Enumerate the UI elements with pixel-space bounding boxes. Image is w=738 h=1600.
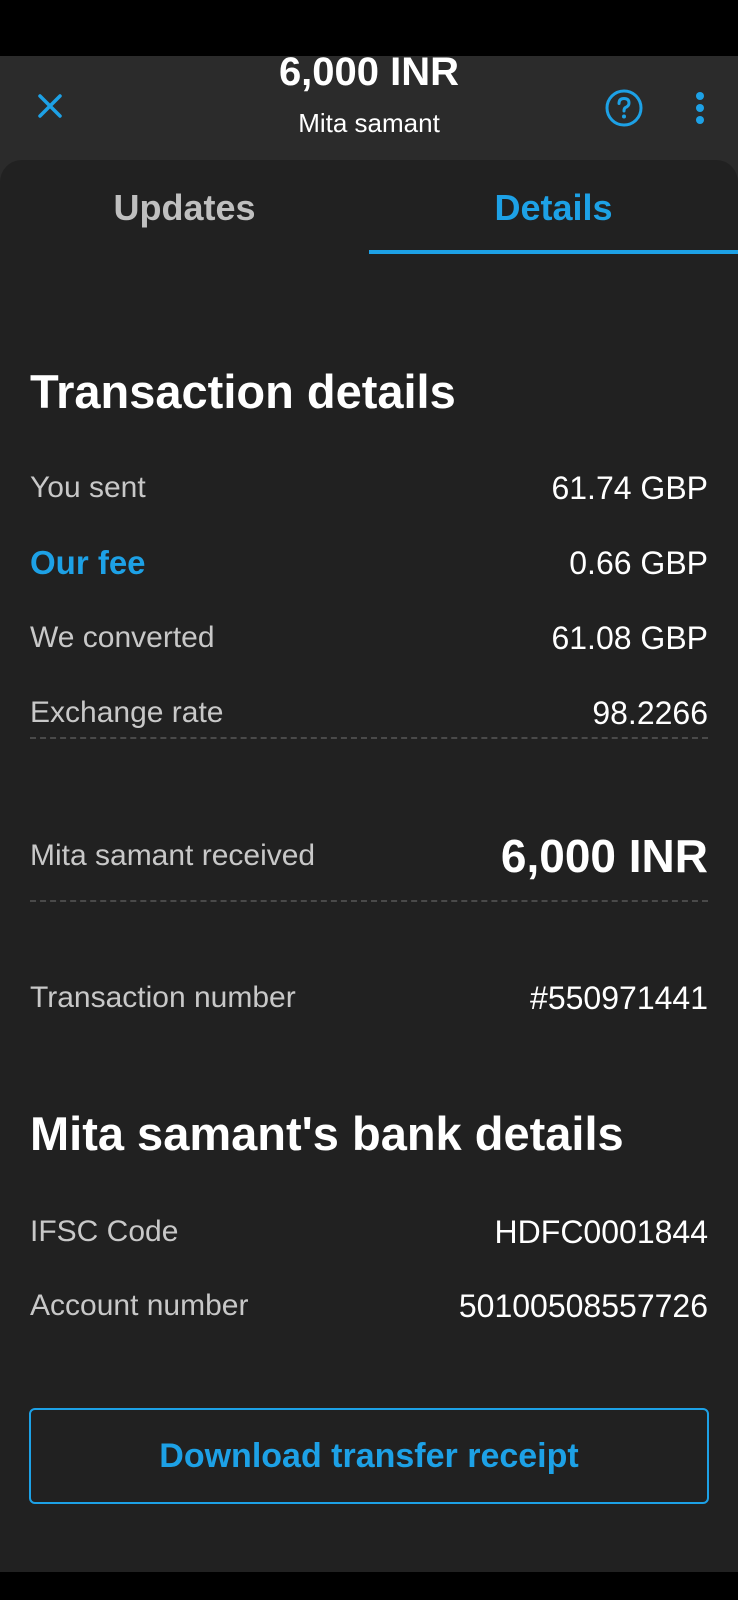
received-value: 6,000 INR bbox=[500, 830, 708, 882]
row-transaction-number: Transaction number #550971441 bbox=[30, 976, 708, 1020]
our-fee-value: 0.66 GBP bbox=[569, 544, 708, 581]
screen: 6,000 INR Mita samant Updates Details Tr… bbox=[0, 0, 738, 1600]
row-ifsc: IFSC Code HDFC0001844 bbox=[30, 1210, 708, 1254]
tab-updates[interactable]: Updates bbox=[0, 160, 369, 256]
tab-bar: Updates Details bbox=[0, 160, 738, 256]
ifsc-value: HDFC0001844 bbox=[494, 1213, 708, 1250]
app-container: 6,000 INR Mita samant Updates Details Tr… bbox=[0, 50, 738, 1572]
tab-details[interactable]: Details bbox=[369, 160, 738, 256]
we-converted-value: 61.08 GBP bbox=[551, 619, 708, 656]
help-circle-icon bbox=[605, 89, 643, 127]
account-number-label: Account number bbox=[30, 1289, 249, 1322]
received-label: Mita samant received bbox=[30, 839, 316, 872]
more-options-button[interactable] bbox=[676, 84, 724, 132]
divider-bottom bbox=[30, 900, 708, 902]
transaction-details-title: Transaction details bbox=[30, 365, 456, 418]
exchange-rate-label: Exchange rate bbox=[30, 696, 224, 729]
account-number-value: 50100508557726 bbox=[458, 1287, 708, 1324]
row-our-fee: Our fee 0.66 GBP bbox=[30, 541, 708, 585]
you-sent-value: 61.74 GBP bbox=[551, 469, 708, 506]
row-we-converted: We converted 61.08 GBP bbox=[30, 616, 708, 660]
active-tab-indicator bbox=[369, 250, 738, 254]
row-received: Mita samant received 6,000 INR bbox=[30, 826, 708, 886]
details-panel: Updates Details Transaction details You … bbox=[0, 160, 738, 1572]
help-button[interactable] bbox=[600, 84, 648, 132]
you-sent-label: You sent bbox=[30, 471, 146, 504]
we-converted-label: We converted bbox=[30, 621, 215, 654]
our-fee-link[interactable]: Our fee bbox=[30, 544, 146, 582]
header: 6,000 INR Mita samant bbox=[0, 50, 738, 160]
download-receipt-button[interactable]: Download transfer receipt bbox=[29, 1408, 709, 1504]
ifsc-label: IFSC Code bbox=[30, 1215, 179, 1248]
row-you-sent: You sent 61.74 GBP bbox=[30, 466, 708, 510]
transaction-number-value: #550971441 bbox=[530, 979, 708, 1016]
divider-top bbox=[30, 737, 708, 739]
more-vertical-icon bbox=[696, 92, 704, 124]
transaction-number-label: Transaction number bbox=[30, 981, 296, 1014]
row-account-number: Account number 50100508557726 bbox=[30, 1284, 708, 1328]
row-exchange-rate: Exchange rate 98.2266 bbox=[30, 691, 708, 735]
bank-details-title: Mita samant's bank details bbox=[30, 1107, 624, 1160]
exchange-rate-value: 98.2266 bbox=[592, 694, 708, 731]
